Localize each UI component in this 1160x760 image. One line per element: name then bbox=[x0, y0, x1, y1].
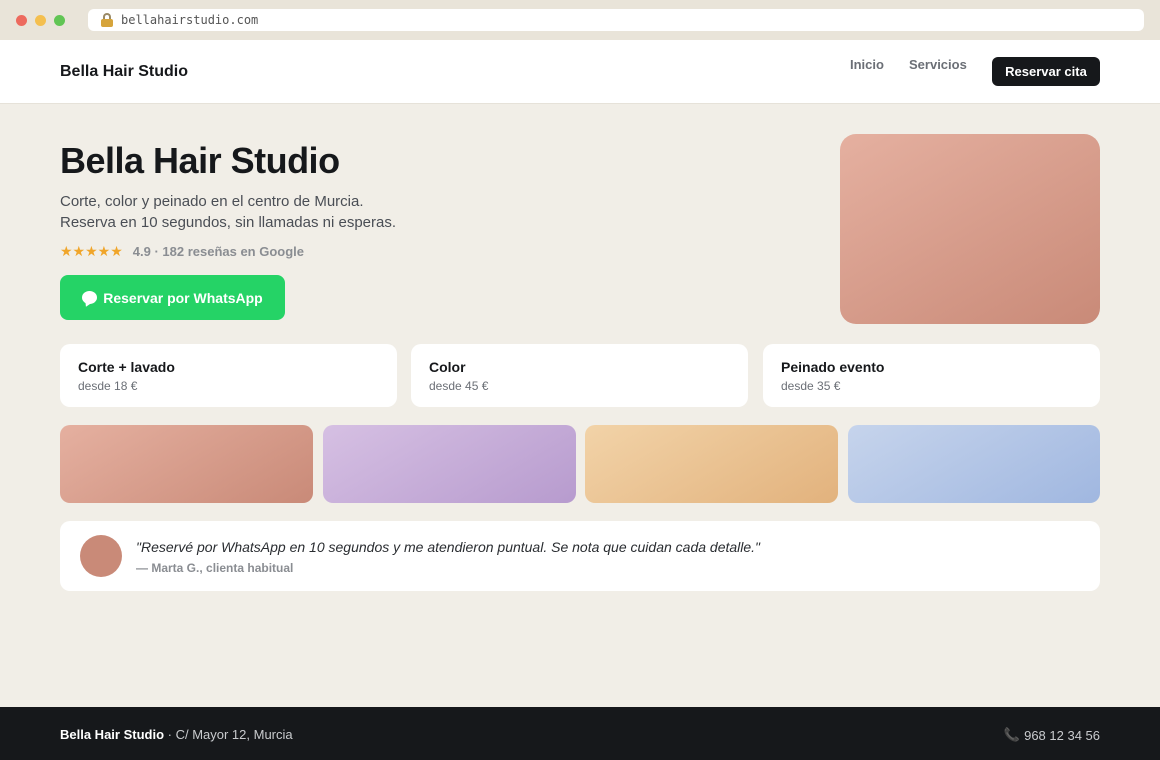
url-text: bellahairstudio.com bbox=[121, 13, 259, 27]
hero-subtitle: Corte, color y peinado en el centro de M… bbox=[60, 191, 396, 233]
avatar bbox=[80, 535, 122, 577]
nav-link-servicios[interactable]: Servicios bbox=[909, 57, 967, 72]
testimonial-quote: "Reservé por WhatsApp en 10 segundos y m… bbox=[136, 539, 761, 555]
phone-icon: 📞 bbox=[1003, 727, 1021, 742]
service-price: desde 45 € bbox=[429, 379, 489, 393]
service-card-color[interactable]: Color desde 45 € bbox=[411, 344, 748, 407]
rating-text: 4.9 · 182 reseñas en Google bbox=[132, 244, 305, 259]
footer-brand: Bella Hair Studio bbox=[60, 727, 165, 742]
service-name: Color bbox=[429, 359, 466, 375]
site-footer: Bella Hair Studio · C/ Mayor 12, Murcia … bbox=[0, 707, 1160, 760]
testimonial-author: — Marta G., clienta habitual bbox=[136, 561, 294, 575]
hero-subtitle-line-2: Reserva en 10 segundos, sin llamadas ni … bbox=[60, 214, 397, 231]
gallery-image-4 bbox=[848, 425, 1100, 503]
minimize-window-button[interactable] bbox=[35, 15, 46, 26]
maximize-window-button[interactable] bbox=[54, 15, 65, 26]
nav-link-inicio[interactable]: Inicio bbox=[850, 57, 884, 72]
gallery-image-3 bbox=[585, 425, 838, 503]
footer-address-block: Bella Hair Studio · C/ Mayor 12, Murcia bbox=[60, 727, 293, 742]
close-window-button[interactable] bbox=[16, 15, 27, 26]
service-price: desde 35 € bbox=[781, 379, 841, 393]
site-logo[interactable]: Bella Hair Studio bbox=[60, 63, 188, 81]
footer-address: · C/ Mayor 12, Murcia bbox=[164, 727, 293, 742]
hero-title: Bella Hair Studio bbox=[60, 140, 340, 181]
service-name: Corte + lavado bbox=[78, 359, 175, 375]
book-appointment-button[interactable]: Reservar cita bbox=[992, 57, 1100, 86]
service-name: Peinado evento bbox=[781, 359, 885, 375]
star-rating-icon: ★★★★★ bbox=[60, 243, 123, 259]
service-card-peinado[interactable]: Peinado evento desde 35 € bbox=[763, 344, 1100, 407]
hero-image bbox=[840, 134, 1100, 324]
browser-chrome: bellahairstudio.com bbox=[0, 0, 1160, 40]
footer-phone-block[interactable]: 📞 968 12 34 56 bbox=[1004, 727, 1100, 743]
service-price: desde 18 € bbox=[78, 379, 138, 393]
whatsapp-booking-label: Reservar por WhatsApp bbox=[103, 289, 263, 306]
whatsapp-booking-button[interactable]: Reservar por WhatsApp bbox=[60, 275, 285, 320]
gallery-image-2 bbox=[323, 425, 576, 503]
gallery-image-1 bbox=[60, 425, 313, 503]
chat-bubble-icon bbox=[82, 291, 98, 304]
address-bar[interactable]: bellahairstudio.com bbox=[88, 9, 1144, 31]
footer-phone: 968 12 34 56 bbox=[1024, 727, 1100, 743]
rating: ★★★★★ 4.9 · 182 reseñas en Google bbox=[60, 243, 304, 260]
lock-icon bbox=[100, 13, 114, 27]
site-header: Bella Hair Studio Inicio Servicios Reser… bbox=[0, 40, 1160, 104]
testimonial-card: "Reservé por WhatsApp en 10 segundos y m… bbox=[60, 521, 1100, 591]
hero-subtitle-line-1: Corte, color y peinado en el centro de M… bbox=[60, 193, 364, 210]
service-card-corte[interactable]: Corte + lavado desde 18 € bbox=[60, 344, 397, 407]
